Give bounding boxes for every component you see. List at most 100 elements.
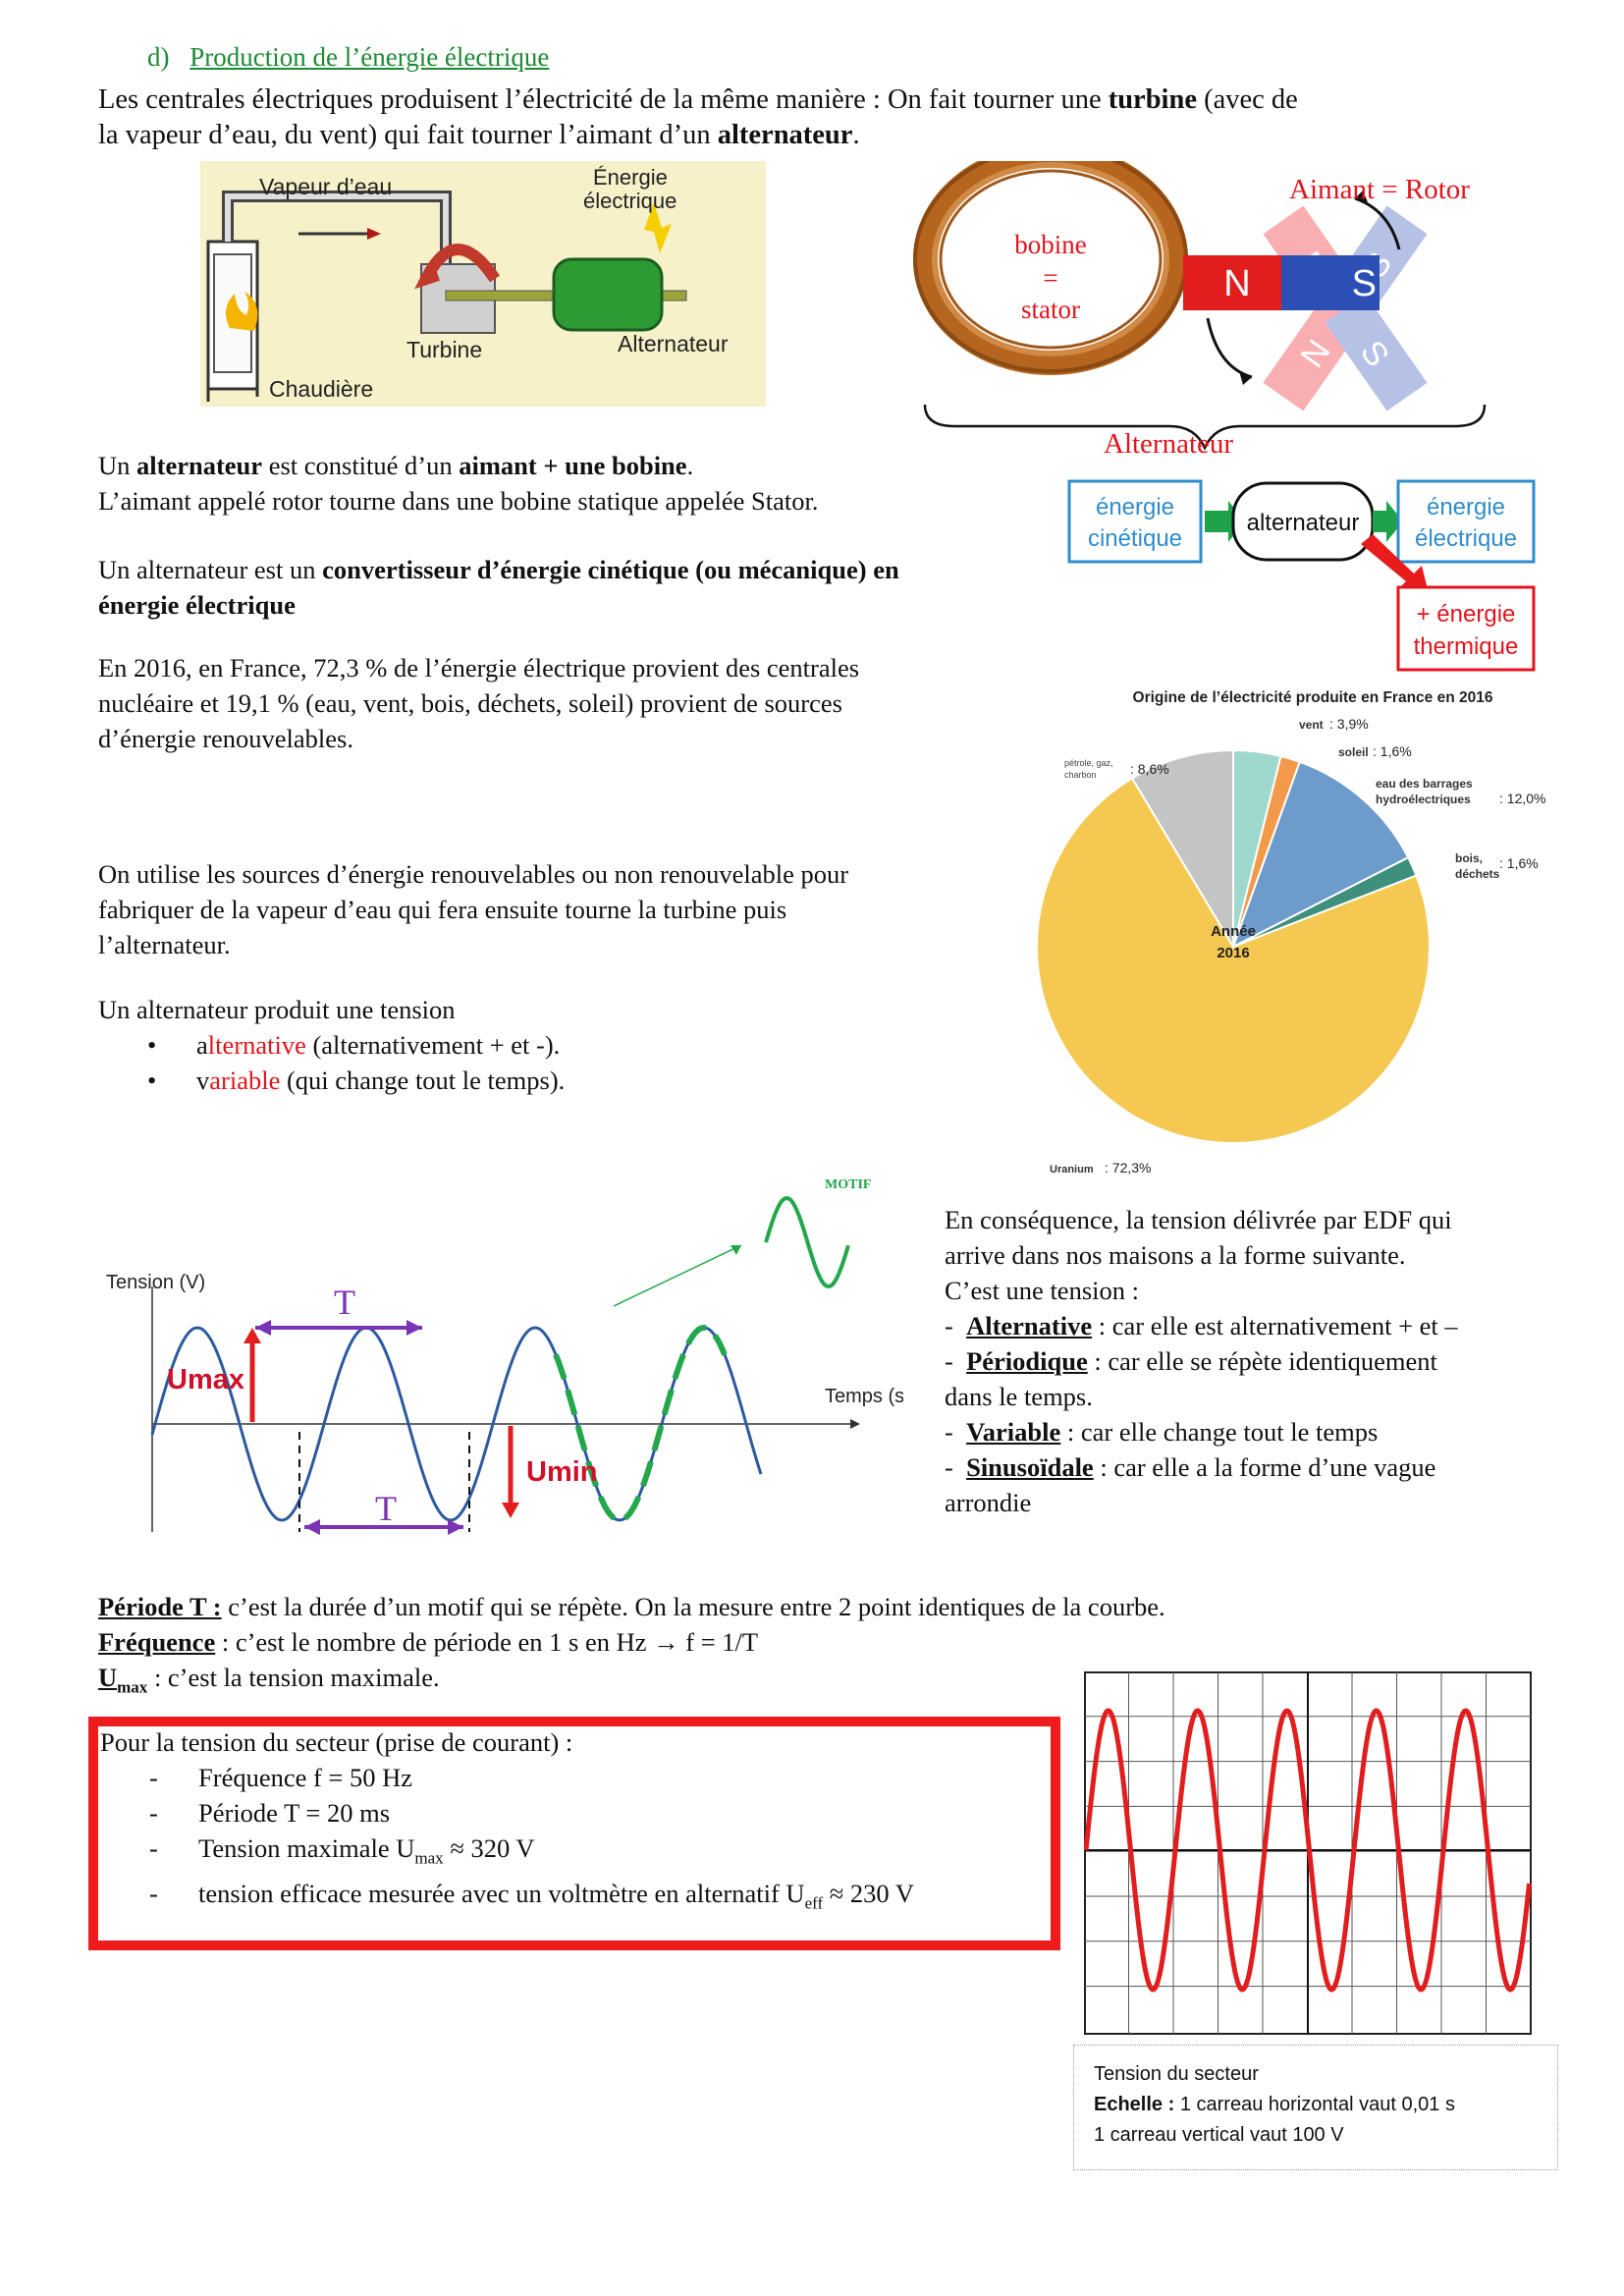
- consequence-line-1: En conséquence, la tension délivrée par …: [945, 1205, 1452, 1234]
- list-item: - Variable : car elle change tout le tem…: [945, 1417, 1379, 1447]
- stats-paragraph: En 2016, en France, 72,3 % de l’énergie …: [98, 650, 1031, 756]
- definition-line-3: Un alternateur est un convertisseur d’én…: [98, 555, 899, 584]
- usage-line-2: fabriquer de la vapeur d’eau qui fera en…: [98, 895, 787, 924]
- svg-text:énergie: énergie: [1096, 494, 1174, 520]
- list-item: - Tension maximale Umax ≈ 320 V: [149, 1833, 535, 1868]
- secteur-title: Pour la tension du secteur (prise de cou…: [100, 1727, 573, 1757]
- pie-value-bois: : 1,6%: [1499, 855, 1539, 871]
- pie-label-eau-1: eau des barrages: [1376, 777, 1473, 791]
- list-item: • alternative (alternativement + et -).: [147, 1030, 561, 1060]
- usage-line-3: l’alternateur.: [98, 930, 231, 959]
- svg-text:énergie: énergie: [1427, 494, 1505, 520]
- definition-block: Un alternateur est constitué d’un aimant…: [98, 448, 1041, 623]
- periode-definition: Période T : c’est la durée d’un motif qu…: [98, 1592, 1165, 1621]
- umin-label: Umin: [526, 1456, 598, 1488]
- label-vapeur: Vapeur d’eau: [259, 174, 392, 199]
- steam-pipe: [222, 191, 452, 299]
- temps-axis-label: Temps (s): [825, 1386, 903, 1407]
- svg-text:alternateur: alternateur: [1247, 510, 1360, 536]
- oscilloscope-screen: [1083, 1671, 1532, 2035]
- alternator-diagram: bobine = stator N S N S N S A: [913, 143, 1487, 452]
- label-turbine: Turbine: [406, 337, 482, 362]
- caption-line-2: Echelle : 1 carreau horizontal vaut 0,01…: [1094, 2094, 1455, 2115]
- pie-label-bois-1: bois,: [1455, 851, 1483, 865]
- secteur-list: - Fréquence f = 50 Hz - Période T = 20 ms …: [149, 1760, 1043, 1922]
- intro-paragraph: Les centrales électriques produisent l’é…: [98, 82, 1571, 153]
- label-energie-2: électrique: [583, 189, 677, 213]
- pie-label-petrole-1: pétrole, gaz,: [1064, 758, 1113, 768]
- svg-text:cinétique: cinétique: [1088, 525, 1182, 552]
- consequence-block: En conséquence, la tension délivrée par …: [945, 1202, 1593, 1520]
- frequence-definition: Fréquence : c’est le nombre de période e…: [98, 1627, 759, 1657]
- svg-text:thermique: thermique: [1414, 633, 1519, 660]
- list-item: - Période T = 20 ms: [149, 1798, 391, 1828]
- section-letter: d): [147, 42, 170, 72]
- pie-value-uranium: : 72,3%: [1105, 1160, 1151, 1175]
- bobine-label: bobine: [1014, 230, 1087, 259]
- list-item: - tension efficace mesurée avec un voltmè…: [149, 1879, 914, 1913]
- stats-line-1: En 2016, en France, 72,3 % de l’énergie …: [98, 653, 860, 683]
- label-alternateur: Alternateur: [618, 331, 729, 356]
- period-label-top: T: [334, 1283, 355, 1322]
- motif-arrow-line: [613, 1244, 742, 1307]
- secteur-content: Pour la tension du secteur (prise de cou…: [100, 1724, 1043, 1922]
- stats-line-3: d’énergie renouvelables.: [98, 724, 353, 753]
- pie-label-uranium: Uranium: [1050, 1164, 1094, 1175]
- pie-chart-svg: Origine de l’électricité produite en Fra…: [1036, 689, 1545, 1175]
- alternateur-caption: Alternateur: [1104, 428, 1234, 460]
- pie-title: Origine de l’électricité produite en Fra…: [1133, 689, 1493, 706]
- stator-label: stator: [1021, 295, 1080, 324]
- definition-line-1: Un alternateur est constitué d’un aimant…: [98, 451, 694, 480]
- list-item: - Périodique : car elle se répète identi…: [945, 1346, 1437, 1376]
- wave-figure: MOTIF Tension (V) Temps (s) T T Umax Umi…: [98, 1169, 911, 1561]
- pie-label-bois-2: déchets: [1455, 867, 1500, 881]
- pie-chart: Origine de l’électricité produite en Fra…: [1036, 682, 1586, 1192]
- section-title: Production de l’énergie électrique: [189, 42, 550, 72]
- flow-arrow-icon: [367, 228, 381, 240]
- alt-tension-block: Un alternateur produit une tension • alte…: [98, 992, 884, 1098]
- wave-diagram: MOTIF Tension (V) Temps (s) T T Umax Umi…: [106, 1177, 911, 1535]
- pie-value-vent: : 3,9%: [1329, 716, 1369, 732]
- svg-text:électrique: électrique: [1415, 525, 1517, 552]
- list-item: • variable (qui change tout le temps).: [147, 1066, 566, 1095]
- list-item: - Sinusoïdale : car elle a la forme d’un…: [945, 1452, 1436, 1482]
- energy-chain: énergie cinétique alternateur énergie él…: [1066, 479, 1557, 676]
- pie-center-label-1: Année: [1211, 923, 1256, 940]
- svg-text:+ énergie: + énergie: [1417, 601, 1516, 628]
- oscilloscope-svg: [1083, 1671, 1532, 2035]
- period-label-bottom: T: [375, 1489, 397, 1528]
- power-plant-diagram: Vapeur d’eau Énergie électrique Turbine …: [206, 165, 729, 402]
- tension-axis-label: Tension (V): [106, 1272, 205, 1293]
- alternator-shape: [552, 257, 664, 332]
- pie-value-soleil: : 1,6%: [1373, 743, 1412, 759]
- pie-label-soleil: soleil: [1338, 745, 1369, 759]
- bobine-equals: =: [1043, 263, 1057, 293]
- oscillo-caption: Tension du secteur Echelle : 1 carreau h…: [1073, 2045, 1558, 2170]
- pie-value-eau: : 12,0%: [1499, 791, 1545, 806]
- label-chaudiere: Chaudière: [269, 376, 373, 402]
- magnet-s-label: S: [1352, 263, 1377, 304]
- intro-line-2: la vapeur d’eau, du vent) qui fait tourn…: [98, 120, 860, 150]
- pie-center-label-2: 2016: [1217, 945, 1249, 961]
- alt-tension-list: • alternative (alternativement + et -). •…: [147, 1027, 884, 1098]
- pie-label-eau-2: hydroélectriques: [1376, 793, 1471, 806]
- definition-line-4: énergie électrique: [98, 590, 296, 620]
- intro-line-1: Les centrales électriques produisent l’é…: [98, 84, 1298, 115]
- caption-line-3: 1 carreau vertical vaut 100 V: [1094, 2124, 1344, 2146]
- alt-tension-intro: Un alternateur produit une tension: [98, 995, 456, 1024]
- consequence-line-2: arrive dans nos maisons a la forme suiva…: [945, 1240, 1406, 1270]
- caption-line-1: Tension du secteur: [1094, 2063, 1259, 2085]
- list-item: - Fréquence f = 50 Hz: [149, 1763, 413, 1792]
- rotation-arrow-left: [1206, 317, 1253, 379]
- usage-line-1: On utilise les sources d’énergie renouve…: [98, 859, 849, 889]
- power-plant-figure: Vapeur d’eau Énergie électrique Turbine …: [200, 161, 766, 407]
- usage-paragraph: On utilise les sources d’énergie renouve…: [98, 856, 1031, 962]
- pie-label-petrole-2: charbon: [1064, 770, 1097, 780]
- consequence-line-3: C’est une tension :: [945, 1276, 1139, 1305]
- alternator-figure: bobine = stator N S N S N S A: [913, 143, 1502, 456]
- pie-value-petrole: : 8,6%: [1130, 761, 1169, 777]
- magnet-n-label: N: [1223, 263, 1250, 304]
- label-energie-1: Énergie: [593, 165, 668, 190]
- list-item: - Alternative : car elle est alternative…: [945, 1311, 1458, 1340]
- x-axis-arrow: [850, 1419, 860, 1429]
